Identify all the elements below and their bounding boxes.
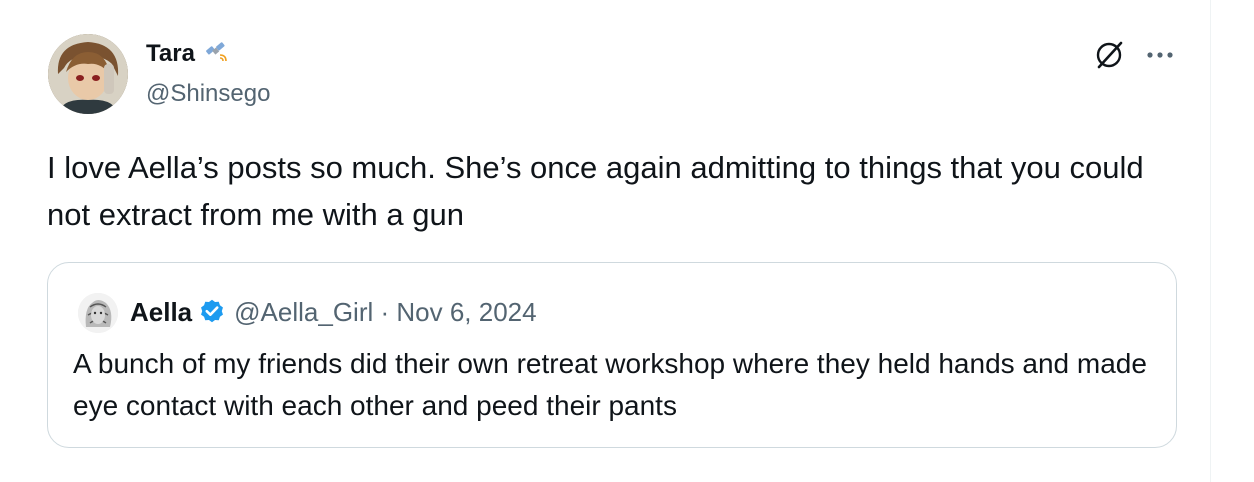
quoted-handle-date[interactable]: @Aella_Girl · Nov 6, 2024 [234, 296, 536, 328]
quoted-tweet-text: A bunch of my friends did their own retr… [73, 348, 1147, 421]
grok-icon[interactable] [1092, 38, 1126, 72]
verified-badge-icon [201, 299, 224, 323]
author-name[interactable]: Tara [146, 40, 195, 68]
quoted-author-name[interactable]: Aella [130, 296, 192, 328]
more-options-icon[interactable] [1143, 42, 1177, 68]
satellite-icon [205, 42, 227, 62]
author-avatar[interactable] [48, 34, 128, 114]
author-handle[interactable]: @Shinsego [146, 80, 270, 108]
quoted-tweet-card[interactable]: Aella @Aella_Girl · Nov 6, 2024 A bunch … [47, 262, 1177, 448]
column-divider [1210, 0, 1211, 482]
tweet-text: I love Aella’s posts so much. She’s once… [47, 150, 1144, 232]
quoted-author-avatar[interactable] [78, 293, 118, 333]
